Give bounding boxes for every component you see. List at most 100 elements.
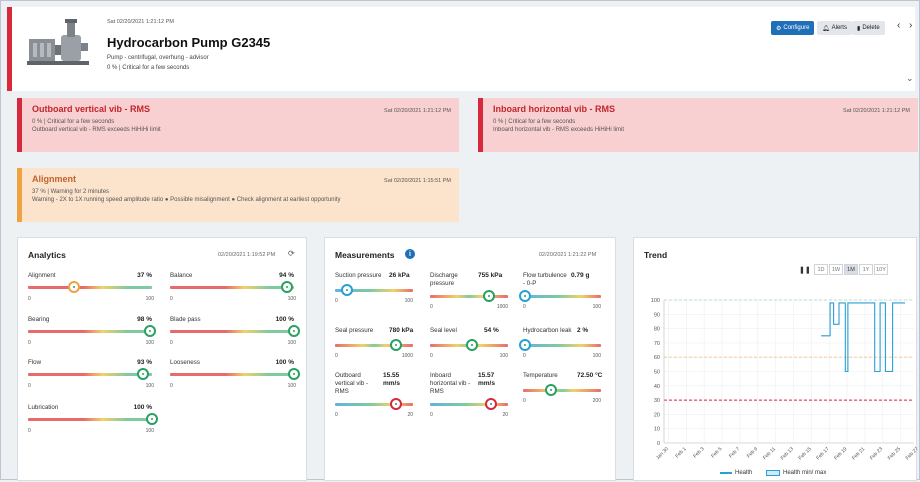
alert-timestamp: Sat 02/20/2021 1:21:12 PM xyxy=(384,108,451,114)
configure-button[interactable]: ⚙ Configure xyxy=(771,21,815,35)
measurement-metric[interactable]: Temperature 72.50 °C 0 200 xyxy=(523,372,605,424)
scale-bar xyxy=(523,344,601,347)
value-marker[interactable] xyxy=(485,398,497,410)
value-marker[interactable] xyxy=(483,290,495,302)
analytics-metric[interactable]: Blade pass 100 % 0 100 xyxy=(170,316,300,354)
metric-value: 93 % xyxy=(137,359,152,366)
metric-name: Seal level xyxy=(430,327,457,334)
alert-card-inboard[interactable]: Inboard horizontal vib - RMS Sat 02/20/2… xyxy=(478,98,918,152)
x-tick-label: Feb 1 xyxy=(674,446,687,459)
scale-max: 100 xyxy=(145,428,154,434)
value-marker[interactable] xyxy=(137,368,149,380)
x-tick-label: Feb 21 xyxy=(851,446,866,461)
metric-name: Flow turbulence - 0-P xyxy=(523,272,567,287)
scale-min: 0 xyxy=(335,353,338,359)
measurements-timestamp: 02/20/2021 1:21:22 PM xyxy=(539,252,597,258)
y-tick-label: 10 xyxy=(654,427,660,433)
value-marker[interactable] xyxy=(288,325,300,337)
alerts-button[interactable]: 🔔︎ Alerts xyxy=(817,21,852,35)
legend-health-swatch xyxy=(720,472,732,474)
metric-name: Blade pass xyxy=(170,316,201,323)
x-tick-label: Feb 15 xyxy=(797,446,812,461)
value-marker[interactable] xyxy=(144,325,156,337)
x-tick-label: Feb 23 xyxy=(869,446,884,461)
y-tick-label: 70 xyxy=(654,341,660,347)
scale-min: 0 xyxy=(523,304,526,310)
metric-name: Inboard horizontal vib - RMS xyxy=(430,372,471,395)
measurement-metric[interactable]: Flow turbulence - 0-P 0.79 g 0 100 xyxy=(519,272,605,324)
info-icon[interactable]: i xyxy=(405,249,415,259)
metric-value: 780 kPa xyxy=(389,327,414,334)
y-tick-label: 80 xyxy=(654,327,660,333)
measurement-metric[interactable]: Discharge pressure 755 kPa 0 1000 xyxy=(430,272,512,324)
alert-status: 37 % | Warning for 2 minutes xyxy=(32,189,110,195)
metric-name: Looseness xyxy=(170,359,200,366)
scale-bar xyxy=(523,295,601,298)
metric-value: 15.55 mm/s xyxy=(383,372,400,388)
metric-name: Bearing xyxy=(28,316,50,323)
value-marker[interactable] xyxy=(288,368,300,380)
value-marker[interactable] xyxy=(68,281,80,293)
asset-header: Sat 02/20/2021 1:21:12 PM Hydrocarbon Pu… xyxy=(7,7,915,91)
value-marker[interactable] xyxy=(519,339,531,351)
health-scale-bar xyxy=(28,418,152,421)
trash-icon: ▮ xyxy=(857,25,861,32)
scale-max: 200 xyxy=(592,398,601,404)
scale-min: 0 xyxy=(430,353,433,359)
scale-max: 100 xyxy=(404,298,413,304)
y-tick-label: 20 xyxy=(654,412,660,418)
app-frame: Sat 02/20/2021 1:21:12 PM Hydrocarbon Pu… xyxy=(0,0,920,481)
asset-type: Pump - centrifugal, overhung - advisor xyxy=(107,55,209,61)
health-scale-bar xyxy=(28,286,152,289)
analytics-metric[interactable]: Balance 94 % 0 100 xyxy=(170,272,298,310)
health-scale-bar xyxy=(170,330,294,333)
metric-name: Balance xyxy=(170,272,193,279)
health-scale-bar xyxy=(28,373,152,376)
alert-message: Outboard vertical vib - RMS exceeds HiHi… xyxy=(32,127,161,134)
y-tick-label: 40 xyxy=(654,384,660,390)
next-arrow-icon[interactable]: › xyxy=(909,20,912,31)
analytics-metric[interactable]: Bearing 98 % 0 100 xyxy=(28,316,156,354)
measurement-metric[interactable]: Suction pressure 26 kPa 0 100 xyxy=(335,272,417,324)
analytics-title: Analytics xyxy=(28,250,66,260)
analytics-metric[interactable]: Looseness 100 % 0 100 xyxy=(170,359,300,397)
metric-name: Alignment xyxy=(28,272,56,279)
x-tick-label: Feb 3 xyxy=(692,446,705,459)
delete-button[interactable]: ▮ Delete xyxy=(852,21,885,35)
scale-max: 100 xyxy=(592,353,601,359)
value-marker[interactable] xyxy=(341,284,353,296)
value-marker[interactable] xyxy=(466,339,478,351)
scale-min: 0 xyxy=(523,353,526,359)
value-marker[interactable] xyxy=(390,339,402,351)
analytics-metric[interactable]: Alignment 37 % 0 100 xyxy=(28,272,156,310)
prev-arrow-icon[interactable]: ‹ xyxy=(897,20,900,31)
y-tick-label: 30 xyxy=(654,398,660,404)
refresh-icon[interactable]: ⟳ xyxy=(288,249,295,258)
trend-chart: 0 10 20 30 40 50 60 70 80 90 100 Jan 30 Feb 1 Feb 3 Fe… xyxy=(651,298,918,461)
alert-card-alignment[interactable]: Alignment Sat 02/20/2021 1:15:51 PM 37 %… xyxy=(17,168,459,222)
alert-card-outboard[interactable]: Outboard vertical vib - RMS Sat 02/20/20… xyxy=(17,98,459,152)
y-tick-label: 50 xyxy=(654,370,660,376)
metric-value: 37 % xyxy=(137,272,152,279)
value-marker[interactable] xyxy=(545,384,557,396)
scale-min: 0 xyxy=(28,296,31,302)
value-marker[interactable] xyxy=(146,413,158,425)
scale-min: 0 xyxy=(430,412,433,418)
metric-name: Hydrocarbon leak xyxy=(523,327,572,334)
critical-status-bar xyxy=(7,7,12,91)
metric-value: 15.57 mm/s xyxy=(478,372,495,388)
chevron-down-icon[interactable]: ⌄ xyxy=(906,73,914,84)
measurement-metric[interactable]: Outboard vertical vib - RMS 15.55 mm/s 0 20 xyxy=(335,372,417,424)
value-marker[interactable] xyxy=(281,281,293,293)
scale-min: 0 xyxy=(170,296,173,302)
health-scale-bar xyxy=(170,373,294,376)
measurement-metric[interactable]: Inboard horizontal vib - RMS 15.57 mm/s 0 2… xyxy=(430,372,512,424)
alert-timestamp: Sat 02/20/2021 1:15:51 PM xyxy=(384,178,451,184)
analytics-panel: Analytics 02/20/2021 1:19:52 PM ⟳ Alignm… xyxy=(17,237,307,481)
analytics-metric[interactable]: Lubrication 100 % 0 100 xyxy=(28,404,158,442)
metric-value: 54 % xyxy=(484,327,499,334)
value-marker[interactable] xyxy=(519,290,531,302)
trend-panel: Trend ❚❚ 1D 1W 1M 1Y 10Y 0 10 20 30 40 50 60 70 80 90… xyxy=(633,237,918,481)
value-marker[interactable] xyxy=(390,398,402,410)
analytics-metric[interactable]: Flow 93 % 0 100 xyxy=(28,359,156,397)
